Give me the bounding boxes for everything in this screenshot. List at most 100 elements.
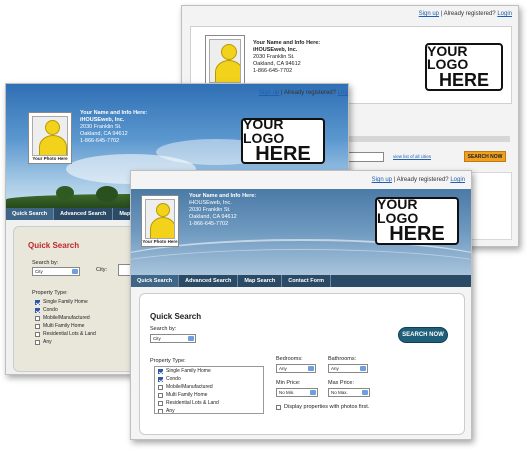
person-icon <box>221 44 237 60</box>
photos-first-label: Display properties with photos first. <box>284 404 370 410</box>
agent-info: Your Name and Info Here: iHOUSEweb, Inc.… <box>253 40 320 75</box>
person-body-icon <box>39 135 67 155</box>
search-by-label: Search by: <box>150 326 177 332</box>
property-type-label: Property Type: <box>150 358 186 364</box>
bedrooms-value: Any <box>279 366 287 371</box>
signup-link[interactable]: Sign up <box>419 11 439 17</box>
photo-placeholder <box>209 39 241 83</box>
search-by-select[interactable]: City <box>32 267 80 276</box>
checkbox[interactable] <box>35 299 40 305</box>
photos-first-option[interactable]: Display properties with photos first. <box>276 404 369 410</box>
chevron-down-icon <box>72 269 78 274</box>
photo-placeholder <box>145 199 175 239</box>
agent-company: iHOUSEweb, Inc. <box>80 117 125 123</box>
agent-street: 2030 Franklin St. <box>189 207 231 213</box>
agent-headline: Your Name and Info Here: <box>253 40 321 46</box>
tab-advanced-search[interactable]: Advanced Search <box>54 208 114 220</box>
search-by-value: City <box>153 336 161 341</box>
photos-first-checkbox[interactable] <box>276 404 281 410</box>
tab-contact-form[interactable]: Contact Form <box>282 275 331 287</box>
checkbox[interactable] <box>158 400 163 406</box>
checkbox[interactable] <box>35 315 40 321</box>
search-title: Quick Search <box>28 241 80 250</box>
tree-1 <box>56 186 74 200</box>
back-topbar: Sign up | Already registered? Login <box>419 11 512 17</box>
list-item[interactable]: Residential Lots & Land <box>32 330 112 338</box>
list-item[interactable]: Single Family Home <box>155 367 263 375</box>
logo-placeholder: YOUR LOGO HERE <box>241 116 325 164</box>
bedrooms-select[interactable]: Any <box>276 364 316 373</box>
property-type-list[interactable]: Single Family Home Condo Mobile/Manufact… <box>154 366 264 414</box>
chevron-down-icon <box>360 366 366 371</box>
list-item[interactable]: Residential Lots & Land <box>155 399 263 407</box>
photo-caption: Your Photo Here <box>32 156 68 161</box>
agent-info: Your Name and Info Here: iHOUSEweb, Inc.… <box>80 110 147 145</box>
person-icon <box>156 203 170 217</box>
checkbox[interactable] <box>35 307 40 313</box>
front-search-panel: Quick Search Search by: City SEARCH NOW … <box>139 293 465 435</box>
bathrooms-select[interactable]: Any <box>328 364 368 373</box>
search-by-select[interactable]: City <box>150 334 196 343</box>
property-type-list[interactable]: Single Family Home Condo Mobile/Manufact… <box>32 298 112 354</box>
list-item[interactable]: Mobile/Manufactured <box>155 383 263 391</box>
agent-photo: Your Photo Here <box>141 195 179 247</box>
bathrooms-label: Bathrooms: <box>328 356 357 362</box>
list-item[interactable]: Single Family Home <box>32 298 112 306</box>
login-link[interactable]: Login <box>497 11 512 17</box>
login-link[interactable]: Login <box>338 90 348 96</box>
max-price-label: Max Price: <box>328 380 354 386</box>
list-item[interactable]: Multi Family Home <box>155 391 263 399</box>
back-search-button[interactable]: SEARCH NOW <box>464 151 506 162</box>
agent-city: Oakland, CA 94612 <box>80 131 128 137</box>
logo-line1: YOUR LOGO <box>427 43 469 73</box>
checkbox[interactable] <box>158 376 163 382</box>
front-topbar: Sign up | Already registered? Login <box>372 177 465 183</box>
bathrooms-value: Any <box>331 366 339 371</box>
agent-company: iHOUSEweb, Inc. <box>253 47 298 53</box>
list-item[interactable]: Multi Family Home <box>32 322 112 330</box>
agent-company: iHOUSEweb, Inc. <box>189 200 232 206</box>
signup-link[interactable]: Sign up <box>372 177 392 183</box>
checkbox[interactable] <box>35 323 40 329</box>
chevron-down-icon <box>188 336 194 341</box>
city-label: City: <box>96 267 107 273</box>
list-item[interactable]: Any <box>32 338 112 346</box>
min-price-value: No Min. <box>279 390 295 395</box>
front-window: Sign up | Already registered? Login Your… <box>130 170 472 440</box>
signup-link[interactable]: Sign up <box>259 90 279 96</box>
agent-info: Your Name and Info Here: iHOUSEweb, Inc.… <box>189 193 256 228</box>
max-price-value: No Max. <box>331 390 348 395</box>
logo-line1: YOUR LOGO <box>243 116 285 146</box>
list-item[interactable]: Condo <box>32 306 112 314</box>
list-item[interactable]: Any <box>155 407 263 413</box>
chevron-down-icon <box>310 390 316 395</box>
registered-text: | Already registered? <box>393 177 449 183</box>
agent-city: Oakland, CA 94612 <box>189 214 237 220</box>
max-price-select[interactable]: No Max. <box>328 388 370 397</box>
min-price-label: Min Price: <box>276 380 301 386</box>
min-price-select[interactable]: No Min. <box>276 388 318 397</box>
checkbox[interactable] <box>158 384 163 390</box>
agent-headline: Your Name and Info Here: <box>189 193 257 199</box>
middle-topbar: Sign up | Already registered? Login <box>259 90 348 96</box>
tab-quick-search[interactable]: Quick Search <box>6 208 55 220</box>
checkbox[interactable] <box>158 368 163 374</box>
search-now-button[interactable]: SEARCH NOW <box>398 327 448 343</box>
checkbox[interactable] <box>158 392 163 398</box>
tab-advanced-search[interactable]: Advanced Search <box>179 275 239 287</box>
registered-text: | Already registered? <box>440 11 496 17</box>
tab-quick-search[interactable]: Quick Search <box>131 275 180 287</box>
checkbox[interactable] <box>35 331 40 337</box>
back-view-all-link[interactable]: view list of all cities <box>393 154 431 159</box>
agent-phone: 1-866-645-7702 <box>189 221 229 227</box>
tab-map-search[interactable]: Map Search <box>238 275 283 287</box>
list-item[interactable]: Mobile/Manufactured <box>32 314 112 322</box>
checkbox[interactable] <box>35 339 40 345</box>
registered-text: | Already registered? <box>281 90 336 96</box>
person-body-icon <box>150 217 174 238</box>
login-link[interactable]: Login <box>450 177 465 183</box>
agent-street: 2030 Franklin St. <box>253 54 295 60</box>
property-type-label: Property Type: <box>32 290 68 296</box>
list-item[interactable]: Condo <box>155 375 263 383</box>
checkbox[interactable] <box>158 408 163 413</box>
